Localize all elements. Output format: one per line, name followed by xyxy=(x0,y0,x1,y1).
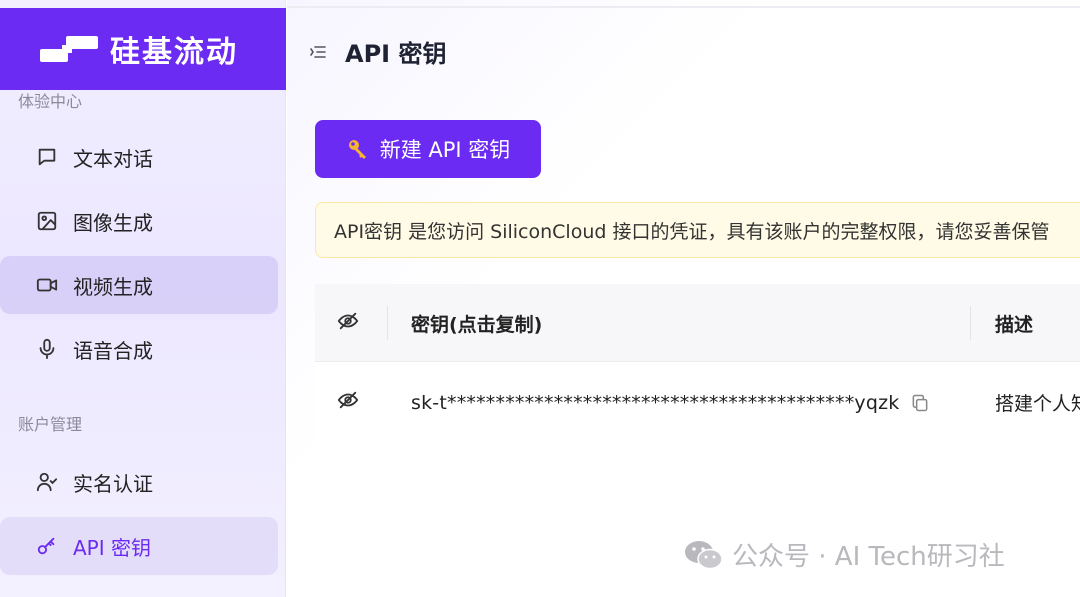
brand-logo-bar[interactable]: 硅基流动 xyxy=(0,8,286,90)
sidebar-item-video-gen[interactable]: 视频生成 xyxy=(0,256,278,314)
message-square-icon xyxy=(36,146,58,168)
table-row: sk-t************************************… xyxy=(315,363,1080,442)
column-separator xyxy=(970,306,971,340)
watermark-text: 公众号 · AI Tech研习社 xyxy=(732,542,1005,572)
toggle-key-visibility[interactable] xyxy=(337,363,359,442)
key-icon xyxy=(36,535,58,557)
video-camera-icon xyxy=(36,274,58,296)
main-content: API 密钥 新建 API 密钥 API密钥 是您访问 SiliconCloud… xyxy=(287,0,1080,597)
user-check-icon xyxy=(36,471,58,493)
api-key-cell[interactable]: sk-t************************************… xyxy=(411,363,930,442)
microphone-icon xyxy=(36,338,58,360)
brand-logo-icon xyxy=(40,36,98,62)
column-header-key: 密钥(点击复制) xyxy=(411,313,543,336)
api-key-table: 密钥(点击复制) 描述 sk-t************************… xyxy=(315,284,1080,442)
sidebar-item-api-keys[interactable]: API 密钥 xyxy=(0,517,278,575)
sidebar: 硅基流动 体验中心 文本对话 图像生成 视频生成 语音合成 账户管理 实名认证 xyxy=(0,0,286,597)
sidebar-item-label: 图像生成 xyxy=(73,210,153,235)
watermark: 公众号 · AI Tech研习社 xyxy=(684,536,1005,573)
sidebar-item-label: 文本对话 xyxy=(73,146,153,171)
eye-off-icon xyxy=(337,389,359,416)
sidebar-section-experience: 体验中心 xyxy=(18,92,83,111)
page-header: API 密钥 xyxy=(309,34,446,69)
api-key-notice: API密钥 是您访问 SiliconCloud 接口的凭证，具有该账户的完整权限… xyxy=(315,202,1080,258)
api-key-description: 搭建个人知识库 xyxy=(995,393,1080,415)
collapse-menu-icon[interactable] xyxy=(309,43,327,61)
top-divider xyxy=(287,6,1080,8)
sidebar-item-label: 实名认证 xyxy=(73,471,153,496)
eye-off-icon xyxy=(337,310,359,337)
notice-text: API密钥 是您访问 SiliconCloud 接口的凭证，具有该账户的完整权限… xyxy=(334,220,1050,243)
column-separator xyxy=(387,306,388,340)
column-header-description: 描述 xyxy=(995,313,1034,336)
sidebar-item-speech-synthesis[interactable]: 语音合成 xyxy=(0,320,278,378)
sidebar-section-account: 账户管理 xyxy=(18,415,83,434)
key-emoji-icon xyxy=(346,137,370,161)
new-api-key-label: 新建 API 密钥 xyxy=(379,138,511,162)
toggle-visibility-all[interactable] xyxy=(337,284,359,362)
image-icon xyxy=(36,210,58,232)
page-title: API 密钥 xyxy=(345,40,447,68)
sidebar-item-image-gen[interactable]: 图像生成 xyxy=(0,192,278,250)
new-api-key-button[interactable]: 新建 API 密钥 xyxy=(315,120,541,178)
wechat-icon xyxy=(684,538,724,572)
sidebar-item-label: 语音合成 xyxy=(73,338,153,363)
brand-name: 硅基流动 xyxy=(110,35,238,70)
sidebar-item-text-chat[interactable]: 文本对话 xyxy=(0,128,278,186)
table-header: 密钥(点击复制) 描述 xyxy=(315,284,1080,362)
sidebar-item-verification[interactable]: 实名认证 xyxy=(0,453,278,511)
sidebar-item-label: 视频生成 xyxy=(73,274,153,299)
api-key-value[interactable]: sk-t************************************… xyxy=(411,392,900,414)
sidebar-item-label: API 密钥 xyxy=(73,535,151,560)
copy-icon[interactable] xyxy=(910,393,930,413)
